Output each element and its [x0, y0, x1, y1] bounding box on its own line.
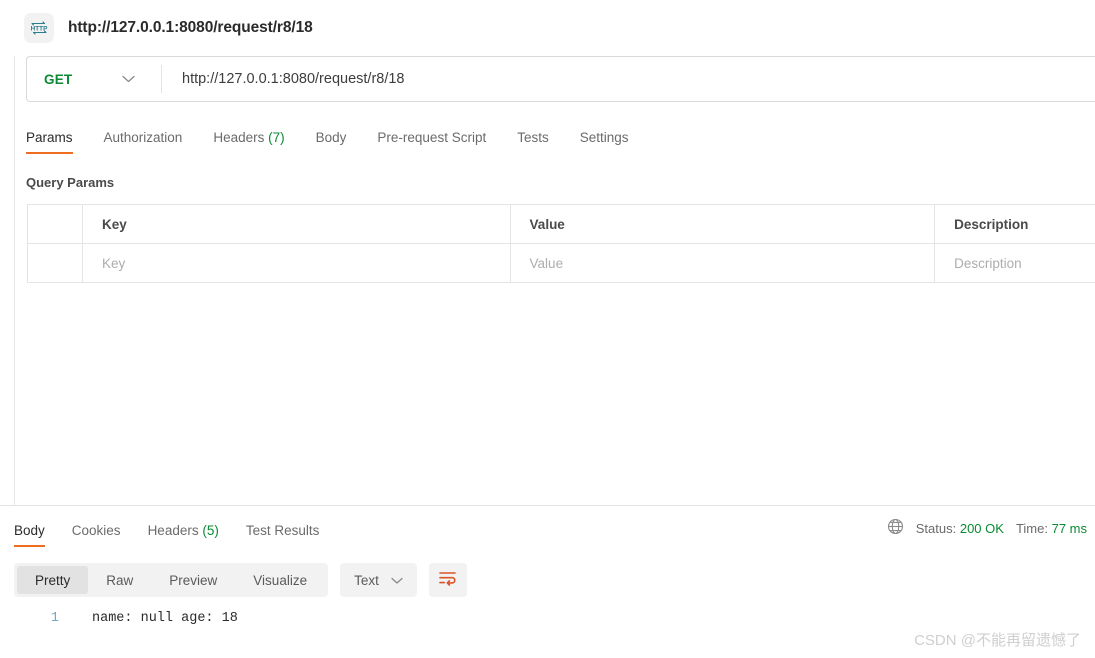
query-params-heading: Query Params	[26, 175, 115, 190]
tab-tests[interactable]: Tests	[517, 130, 549, 154]
view-mode-visualize-label: Visualize	[253, 572, 308, 588]
column-header-checkbox	[28, 205, 83, 244]
response-tab-headers[interactable]: Headers (5)	[148, 523, 219, 547]
tab-headers[interactable]: Headers (7)	[213, 130, 284, 154]
tab-authorization-label: Authorization	[103, 130, 183, 145]
tab-settings[interactable]: Settings	[580, 130, 629, 154]
response-tab-test-results[interactable]: Test Results	[246, 523, 320, 547]
response-pane: Body Cookies Headers (5) Test Results St…	[0, 505, 1095, 658]
content-type-dropdown[interactable]: Text	[340, 563, 417, 597]
tab-pre-request-script[interactable]: Pre-request Script	[377, 130, 486, 154]
postman-request-window: HTTP http://127.0.0.1:8080/request/r8/18…	[0, 0, 1095, 658]
response-tab-test-results-label: Test Results	[245, 523, 320, 538]
view-mode-preview[interactable]: Preview	[151, 566, 235, 594]
view-mode-pretty[interactable]: Pretty	[17, 566, 89, 594]
response-tab-bar: Body Cookies Headers (5) Test Results St…	[0, 506, 1095, 547]
tab-headers-label: Headers	[213, 130, 265, 145]
chevron-down-icon	[122, 70, 135, 88]
response-status-group: Status: 200 OK Time: 77 ms	[887, 518, 1087, 538]
status-badge: Status: 200 OK	[916, 521, 1004, 536]
response-tab-body[interactable]: Body	[14, 523, 45, 547]
response-tab-cookies-label: Cookies	[71, 523, 121, 538]
tab-params[interactable]: Params	[26, 130, 73, 154]
column-header-description: Description	[935, 205, 1095, 244]
response-body-viewer[interactable]: 1 name: null age: 18	[0, 611, 1095, 626]
url-input[interactable]: http://127.0.0.1:8080/request/r8/18	[162, 57, 1095, 101]
response-tab-body-label: Body	[14, 523, 45, 538]
tab-headers-count: (7)	[268, 130, 285, 145]
column-header-key: Key	[82, 205, 511, 244]
tab-authorization[interactable]: Authorization	[104, 130, 183, 154]
query-params-table: Key Value Description Key Value Descript…	[27, 204, 1095, 283]
request-title-bar: HTTP http://127.0.0.1:8080/request/r8/18	[0, 0, 1095, 56]
table-header-row: Key Value Description	[28, 205, 1095, 244]
time-badge: Time: 77 ms	[1016, 521, 1087, 536]
tab-tests-label: Tests	[517, 130, 549, 145]
param-key-input[interactable]: Key	[82, 244, 511, 283]
tab-body-label: Body	[315, 130, 347, 145]
status-label: Status:	[915, 520, 957, 536]
globe-icon[interactable]	[887, 518, 904, 538]
view-mode-visualize[interactable]: Visualize	[235, 566, 325, 594]
row-checkbox-cell[interactable]	[28, 244, 83, 283]
view-mode-segmented-control: Pretty Raw Preview Visualize	[14, 563, 329, 597]
response-tab-headers-count: (5)	[202, 523, 219, 538]
param-description-input[interactable]: Description	[935, 244, 1095, 283]
tab-settings-label: Settings	[579, 130, 629, 145]
response-tab-cookies[interactable]: Cookies	[72, 523, 121, 547]
line-number-gutter: 1	[50, 611, 59, 626]
url-bar-container: GET http://127.0.0.1:8080/request/r8/18	[0, 56, 1095, 102]
status-value: 200 OK	[959, 520, 1004, 536]
tab-pre-request-script-label: Pre-request Script	[377, 130, 487, 145]
request-tab-bar: Params Authorization Headers (7) Body Pr…	[0, 116, 1095, 154]
svg-text:HTTP: HTTP	[31, 26, 48, 33]
param-value-input[interactable]: Value	[510, 244, 936, 283]
tab-params-label: Params	[26, 130, 73, 145]
tab-body[interactable]: Body	[316, 130, 347, 154]
time-value: 77 ms	[1051, 520, 1087, 536]
view-mode-raw[interactable]: Raw	[88, 566, 151, 594]
column-header-value: Value	[510, 205, 936, 244]
view-mode-preview-label: Preview	[169, 572, 218, 588]
url-bar: GET http://127.0.0.1:8080/request/r8/18	[26, 56, 1095, 102]
view-mode-pretty-label: Pretty	[35, 572, 71, 588]
word-wrap-button[interactable]	[428, 563, 467, 597]
view-mode-raw-label: Raw	[106, 572, 134, 588]
word-wrap-icon	[438, 570, 457, 591]
http-method-selector[interactable]: GET	[27, 57, 161, 101]
response-tab-headers-label: Headers	[147, 523, 199, 538]
page-title: http://127.0.0.1:8080/request/r8/18	[68, 19, 313, 36]
table-row[interactable]: Key Value Description	[28, 244, 1095, 283]
response-body-line: name: null age: 18	[92, 611, 238, 626]
http-method-label: GET	[44, 71, 73, 87]
chevron-down-icon	[391, 573, 403, 588]
http-icon: HTTP	[24, 13, 54, 43]
content-type-label: Text	[354, 572, 379, 588]
csdn-watermark: CSDN @不能再留遗憾了	[914, 632, 1081, 649]
time-label: Time:	[1015, 520, 1048, 536]
response-view-toolbar: Pretty Raw Preview Visualize Text	[0, 563, 1095, 597]
